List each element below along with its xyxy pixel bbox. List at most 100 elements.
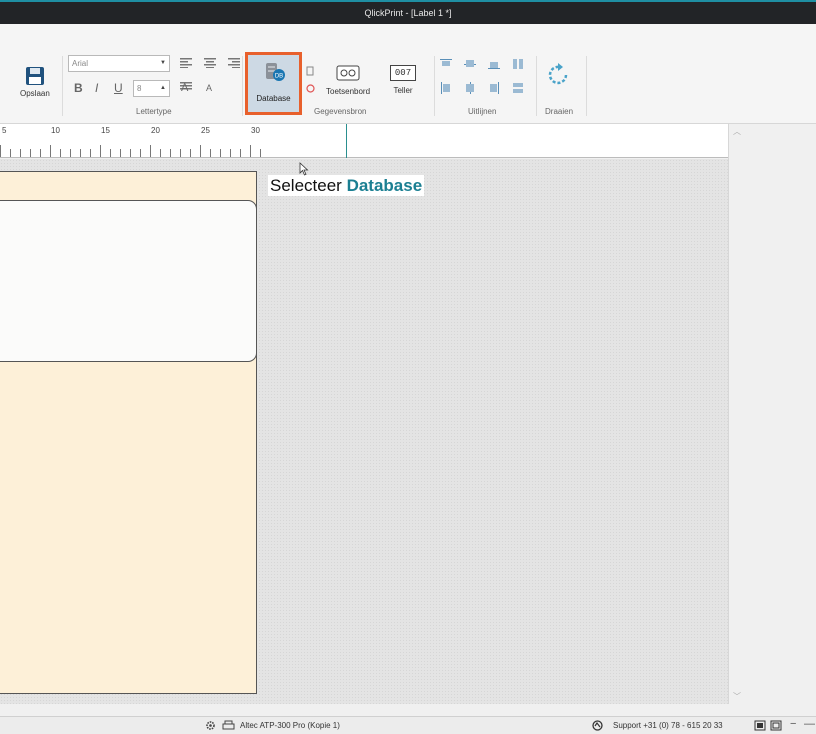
ruler-tick (60, 149, 61, 157)
separator (586, 56, 587, 116)
ruler-tick (230, 149, 231, 157)
rotate-icon[interactable] (546, 62, 572, 88)
align-top-right-icon[interactable] (488, 58, 500, 70)
ruler-tick (250, 145, 251, 157)
title-bar: QlickPrint - [Label 1 *] (0, 0, 816, 24)
align-top-left-icon[interactable] (440, 58, 452, 70)
separator (536, 56, 537, 116)
ruler-mark: 5 (2, 126, 7, 135)
group-label-font: Lettertype (136, 107, 172, 116)
ruler-tick (30, 149, 31, 157)
separator (434, 56, 435, 116)
ruler-tick (110, 149, 111, 157)
align-middle-icon[interactable] (464, 82, 476, 94)
align-top-center-icon[interactable] (464, 58, 476, 70)
keyboard-label: Toetsenbord (326, 87, 371, 96)
shrink-font-button[interactable]: A (206, 83, 212, 93)
align-center-icon[interactable] (204, 58, 216, 68)
printer-icon[interactable] (222, 720, 235, 731)
zoom-fit-icon[interactable] (770, 720, 782, 731)
font-size-value: 8 (137, 84, 142, 93)
align-left-edge-icon[interactable] (440, 82, 452, 94)
font-name-select[interactable]: Arial ▼ (68, 55, 170, 72)
font-name-value: Arial (72, 59, 89, 68)
ruler-tick (260, 149, 261, 157)
database-button[interactable]: DB Database (245, 52, 302, 115)
keyboard-button[interactable]: Toetsenbord (326, 62, 370, 96)
status-bar: Altec ATP-300 Pro (Kopie 1) Support +31 … (0, 716, 816, 734)
chevron-down-icon: ▲ (160, 85, 166, 91)
ruler-tick (170, 149, 171, 157)
fit-page-icon[interactable] (754, 720, 766, 731)
italic-button[interactable]: I (95, 81, 98, 95)
ruler-tick (210, 149, 211, 157)
align-left-icon[interactable] (180, 58, 192, 68)
caption-highlight: Database (346, 176, 423, 195)
ruler-tick (190, 149, 191, 157)
remove-icon[interactable] (306, 84, 315, 93)
bold-button[interactable]: B (74, 81, 83, 95)
save-button[interactable]: Opslaan (20, 66, 50, 98)
ruler-tick (40, 149, 41, 157)
ruler-mark: 25 (201, 126, 210, 135)
font-size-select[interactable]: 8 ▲ (133, 80, 170, 97)
ruler-cursor-marker (346, 124, 347, 158)
copy-icon[interactable] (306, 66, 314, 76)
ruler-tick (150, 145, 151, 157)
separator (62, 56, 63, 116)
ruler-tick (100, 145, 101, 157)
align-right-edge-icon[interactable] (488, 82, 500, 94)
scroll-down-icon[interactable]: ﹀ (733, 691, 741, 702)
zoom-out-icon[interactable]: − (790, 718, 796, 730)
group-label-datasource: Gegevensbron (314, 107, 367, 116)
scroll-up-icon[interactable]: ︿ (733, 126, 741, 137)
ruler-mark: 20 (151, 126, 160, 135)
label-text-field[interactable] (0, 200, 257, 362)
database-icon: DB (266, 63, 285, 81)
printer-status: Altec ATP-300 Pro (Kopie 1) (240, 721, 340, 730)
ruler-tick (80, 149, 81, 157)
ruler-tick (160, 149, 161, 157)
zoom-slider-icon[interactable]: — (804, 718, 815, 730)
horizontal-ruler: 5 10 15 20 25 30 (0, 124, 728, 158)
ruler-tick (90, 149, 91, 157)
chevron-down-icon: ▼ (160, 60, 166, 66)
separator (242, 56, 243, 116)
distribute-vertical-icon[interactable] (512, 82, 524, 94)
vertical-scrollbar[interactable]: ︿ ﹀ (728, 124, 816, 704)
ruler-tick (0, 145, 1, 157)
ruler-mark: 30 (251, 126, 260, 135)
gear-icon[interactable] (205, 720, 216, 731)
align-right-icon[interactable] (228, 58, 240, 68)
caption-prefix: Selecteer (270, 176, 342, 195)
ruler-mark: 10 (51, 126, 60, 135)
underline-button[interactable]: U (114, 81, 123, 95)
keyboard-icon (336, 65, 360, 81)
ruler-tick (50, 145, 51, 157)
ruler-tick (70, 149, 71, 157)
database-label: Database (256, 94, 291, 103)
counter-label: Teller (393, 86, 413, 95)
instruction-caption: Selecteer Database (268, 175, 425, 196)
mouse-cursor-icon (299, 162, 309, 176)
ruler-tick (180, 149, 181, 157)
ruler-tick (220, 149, 221, 157)
support-icon (592, 720, 603, 731)
ruler-tick (20, 149, 21, 157)
counter-button[interactable]: 007 Teller (390, 62, 416, 95)
svg-text:DB: DB (275, 74, 283, 80)
window-title: QlickPrint - [Label 1 *] (364, 8, 452, 18)
ruler-tick (240, 149, 241, 157)
grow-font-button[interactable]: A (181, 82, 188, 94)
support-phone: Support +31 (0) 78 - 615 20 33 (613, 721, 723, 730)
horizontal-scrollbar[interactable] (0, 704, 728, 716)
distribute-icon[interactable] (512, 58, 524, 70)
group-label-align: Uitlijnen (468, 107, 497, 116)
ruler-tick (200, 145, 201, 157)
ruler-tick (10, 149, 11, 157)
ruler-tick (130, 149, 131, 157)
ribbon-toolbar: Opslaan Arial ▼ 8 ▲ B I U A A Lettertype… (0, 24, 816, 124)
counter-display: 007 (390, 65, 416, 81)
ruler-tick (120, 149, 121, 157)
save-label: Opslaan (20, 89, 50, 98)
